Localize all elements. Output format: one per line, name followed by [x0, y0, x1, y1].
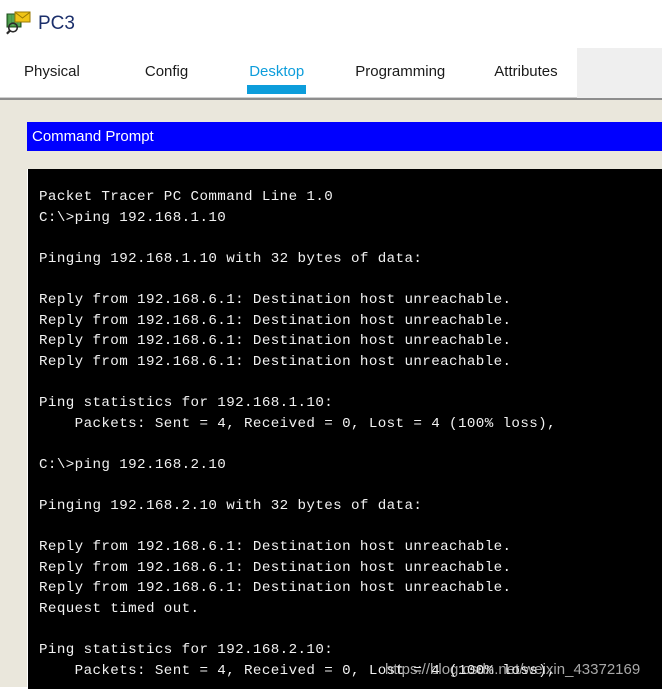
desktop-panel: Command Prompt Packet Tracer PC Command …: [0, 98, 662, 689]
tab-attributes[interactable]: Attributes: [484, 48, 567, 98]
tab-config[interactable]: Config: [135, 48, 198, 98]
tab-programming[interactable]: Programming: [345, 48, 455, 98]
tab-desktop[interactable]: Desktop: [239, 48, 314, 98]
terminal-surface[interactable]: Packet Tracer PC Command Line 1.0 C:\>pi…: [27, 169, 662, 689]
tab-attributes-label: Attributes: [494, 62, 558, 80]
command-prompt-titlebar[interactable]: Command Prompt: [27, 122, 662, 151]
device-name-label: PC3: [38, 12, 75, 34]
command-prompt-window: Command Prompt Packet Tracer PC Command …: [27, 122, 662, 689]
terminal-output-text: Packet Tracer PC Command Line 1.0 C:\>pi…: [39, 189, 557, 679]
window-titlebar: PC3: [0, 0, 662, 48]
pc-inspect-icon: [6, 11, 32, 37]
tab-config-label: Config: [144, 62, 189, 80]
tab-physical[interactable]: Physical: [14, 48, 90, 98]
tab-bar: Physical Config Desktop Programming Attr…: [0, 48, 662, 98]
tab-physical-label: Physical: [24, 62, 80, 80]
command-prompt-title-label: Command Prompt: [32, 128, 154, 145]
tab-desktop-label: Desktop: [249, 62, 305, 80]
tab-programming-label: Programming: [355, 62, 446, 80]
